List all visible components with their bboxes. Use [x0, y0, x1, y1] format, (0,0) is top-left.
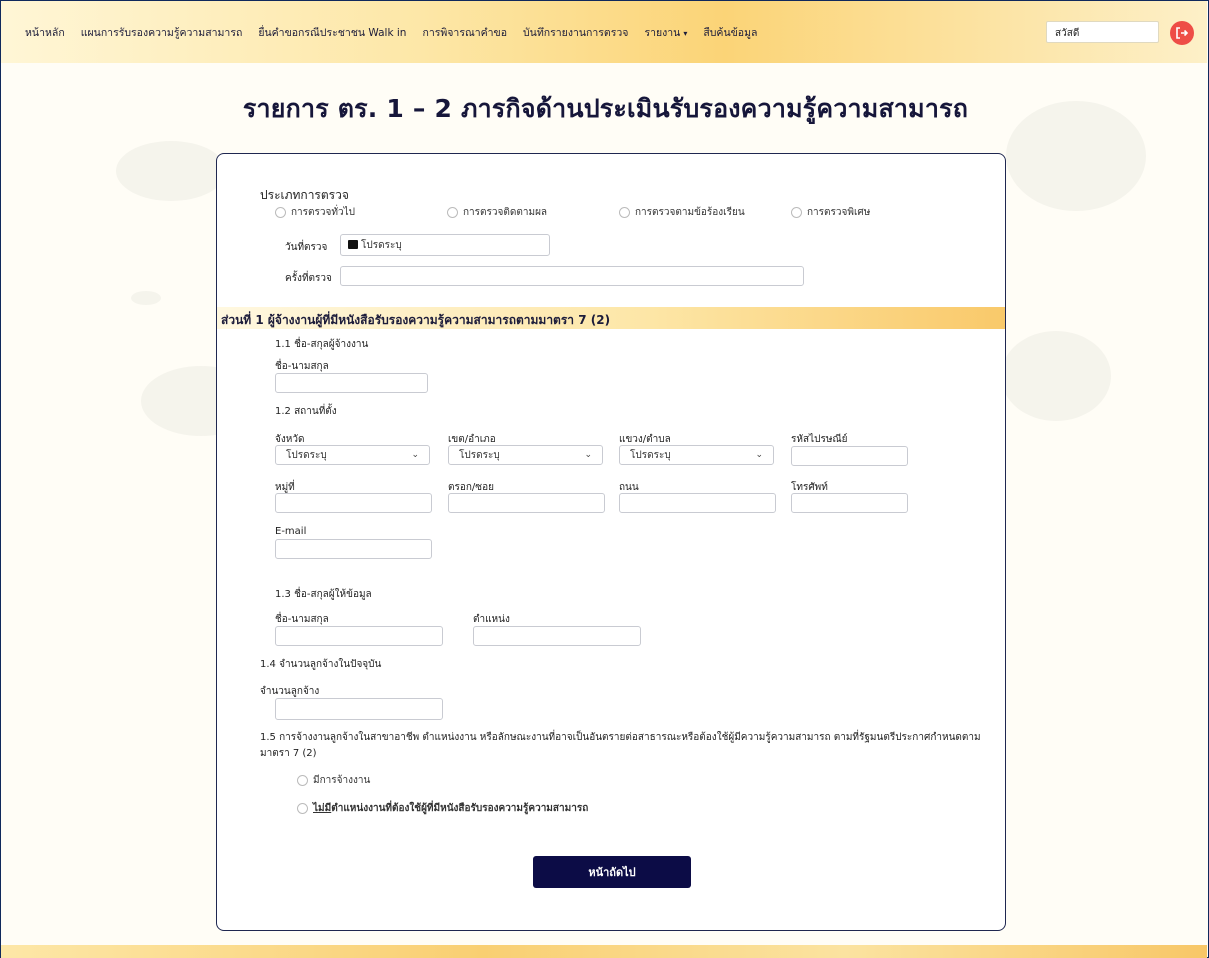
next-page-button[interactable]: หน้าถัดไป: [533, 856, 691, 888]
inspection-count-label: ครั้งที่ตรวจ: [285, 273, 332, 284]
logout-icon[interactable]: [1170, 21, 1194, 45]
nav-reports-dropdown[interactable]: รายงาน ▾: [644, 24, 687, 41]
district-select[interactable]: โปรดระบุ ⌄: [448, 445, 603, 465]
s12-heading: 1.2 สถานที่ตั้ง: [275, 406, 337, 417]
informant-position-label: ตำแหน่ง: [473, 614, 510, 625]
informant-name-input[interactable]: [275, 626, 443, 646]
calendar-icon: [348, 240, 358, 249]
inspection-count-input[interactable]: [340, 266, 804, 286]
nav-menu: หน้าหลัก แผนการรับรองความรู้ความสามารถ ย…: [1, 24, 773, 41]
radio-label: มีการจ้างงาน: [313, 775, 371, 786]
radio-label-prefix: ไม่มี: [313, 803, 332, 814]
nav-inspection-record[interactable]: บันทึกรายงานการตรวจ: [523, 24, 628, 41]
s14-heading: 1.4 จำนวนลูกจ้างในปัจจุบัน: [260, 659, 382, 670]
nav-reports-label: รายงาน: [644, 26, 681, 39]
radio-no-position[interactable]: ไม่มี ตำแหน่งงานที่ต้องใช้ผู้ที่มีหนังสือ…: [297, 801, 588, 816]
zipcode-label: รหัสไปรษณีย์: [791, 434, 848, 445]
radio-has-employment[interactable]: มีการจ้างงาน: [297, 773, 370, 788]
radio-button[interactable]: [275, 207, 286, 218]
top-navbar: หน้าหลัก แผนการรับรองความรู้ความสามารถ ย…: [1, 1, 1207, 63]
form-card: ประเภทการตรวจ การตรวจทั่วไป การตรวจติดตา…: [216, 153, 1006, 931]
nav-certification-plan[interactable]: แผนการรับรองความรู้ความสามารถ: [81, 24, 243, 41]
radio-label: การตรวจตามข้อร้องเรียน: [635, 207, 745, 218]
radio-followup-inspection[interactable]: การตรวจติดตามผล: [447, 205, 547, 220]
watermark-shape: [131, 291, 161, 305]
chevron-down-icon: ⌄: [755, 450, 763, 460]
chevron-down-icon: ⌄: [584, 450, 592, 460]
employer-name-input[interactable]: [275, 373, 428, 393]
radio-button[interactable]: [619, 207, 630, 218]
moo-input[interactable]: [275, 493, 432, 513]
radio-label: การตรวจพิเศษ: [807, 207, 871, 218]
user-greeting: สวัสดี: [1046, 21, 1159, 43]
radio-button[interactable]: [791, 207, 802, 218]
zipcode-input[interactable]: [791, 446, 908, 466]
inspection-type-heading: ประเภทการตรวจ: [260, 188, 349, 202]
radio-button[interactable]: [447, 207, 458, 218]
watermark-shape: [1001, 331, 1111, 421]
inspection-date-label: วันที่ตรวจ: [285, 242, 328, 253]
province-value: โปรดระบุ: [286, 449, 327, 461]
page-title: รายการ ตร. 1 – 2 ภารกิจด้านประเมินรับรอง…: [242, 94, 969, 123]
phone-input[interactable]: [791, 493, 908, 513]
s13-heading: 1.3 ชื่อ-สกุลผู้ให้ข้อมูล: [275, 589, 372, 600]
email-label: E-mail: [275, 526, 307, 537]
nav-walk-in-request[interactable]: ยื่นคำขอกรณีประชาชน Walk in: [258, 24, 406, 41]
s15-text-line2: มาตรา 7 (2): [260, 748, 317, 759]
radio-complaint-inspection[interactable]: การตรวจตามข้อร้องเรียน: [619, 205, 745, 220]
footer-bar: [1, 945, 1207, 958]
nav-home[interactable]: หน้าหลัก: [25, 24, 65, 41]
s15-text-line1: 1.5 การจ้างงานลูกจ้างในสาขาอาชีพ ตำแหน่ง…: [260, 732, 981, 743]
employee-count-label: จำนวนลูกจ้าง: [260, 686, 320, 697]
date-placeholder: โปรดระบุ: [361, 240, 402, 251]
s11-heading: 1.1 ชื่อ-สกุลผู้จ้างงาน: [275, 339, 369, 350]
radio-button[interactable]: [297, 803, 308, 814]
radio-label: การตรวจทั่วไป: [291, 207, 355, 218]
section-1-header: ส่วนที่ 1 ผู้จ้างงานผู้ที่มีหนังสือรับรอ…: [217, 307, 1005, 329]
email-input[interactable]: [275, 539, 432, 559]
province-select[interactable]: โปรดระบุ ⌄: [275, 445, 430, 465]
subdistrict-value: โปรดระบุ: [630, 449, 671, 461]
inspection-date-input[interactable]: โปรดระบุ: [340, 234, 550, 256]
nav-request-review[interactable]: การพิจารณาคำขอ: [422, 24, 507, 41]
nav-search-data[interactable]: สืบค้นข้อมูล: [703, 24, 757, 41]
radio-special-inspection[interactable]: การตรวจพิเศษ: [791, 205, 870, 220]
logout-icon-glyph: [1176, 27, 1189, 39]
informant-name-label: ชื่อ-นามสกุล: [275, 614, 329, 625]
radio-general-inspection[interactable]: การตรวจทั่วไป: [275, 205, 355, 220]
watermark-shape: [116, 141, 226, 201]
soi-input[interactable]: [448, 493, 605, 513]
employer-name-label: ชื่อ-นามสกุล: [275, 361, 329, 372]
radio-button[interactable]: [297, 775, 308, 786]
road-input[interactable]: [619, 493, 776, 513]
chevron-down-icon: ⌄: [411, 450, 419, 460]
district-value: โปรดระบุ: [459, 449, 500, 461]
radio-label: การตรวจติดตามผล: [463, 207, 548, 218]
radio-label-rest: ตำแหน่งงานที่ต้องใช้ผู้ที่มีหนังสือรับรอ…: [331, 803, 589, 814]
subdistrict-select[interactable]: โปรดระบุ ⌄: [619, 445, 774, 465]
chevron-down-icon: ▾: [683, 28, 688, 38]
informant-position-input[interactable]: [473, 626, 641, 646]
employee-count-input[interactable]: [275, 698, 443, 720]
